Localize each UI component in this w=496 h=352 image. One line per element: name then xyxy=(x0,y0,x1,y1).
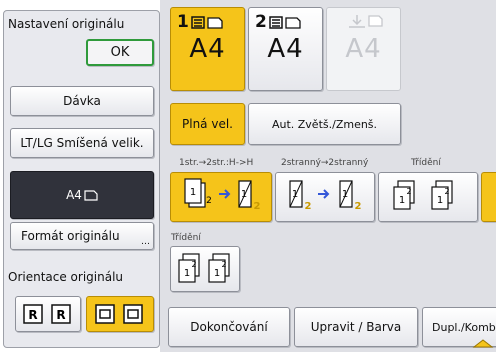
svg-text:2: 2 xyxy=(191,260,196,269)
sort-label-2: Třídění xyxy=(171,233,201,243)
sort-stack-icon: 1 2 1 2 xyxy=(178,253,230,283)
svg-text:1: 1 xyxy=(292,189,298,200)
one-to-two-sided-button[interactable]: 1 2 1 2 xyxy=(170,172,272,222)
one-to-two-sided-icon: 1 2 1 2 xyxy=(184,178,261,212)
rotated-orientation-icon xyxy=(95,304,143,324)
orientation-readable-button[interactable]: R R xyxy=(15,296,81,332)
two-to-two-sided-button[interactable]: 1 2 1 2 xyxy=(275,172,375,222)
tray-1-number: 1 xyxy=(177,12,189,32)
next-duplex-option-button[interactable] xyxy=(481,172,496,222)
svg-text:R: R xyxy=(28,308,37,322)
svg-text:2: 2 xyxy=(206,196,212,206)
orientation-rotated-button[interactable] xyxy=(86,296,154,332)
svg-text:2: 2 xyxy=(355,201,362,212)
original-settings-panel: Nastavení originálu OK Dávka LT/LG Smíše… xyxy=(3,10,160,348)
portrait-readable-orientation-icon: R R xyxy=(23,304,71,324)
svg-text:2: 2 xyxy=(305,201,312,212)
two-to-two-sided-label: 2stranný→2stranný xyxy=(281,158,369,168)
original-settings-title: Nastavení originálu xyxy=(8,17,125,31)
svg-text:2: 2 xyxy=(406,187,411,196)
batch-button[interactable]: Dávka xyxy=(10,86,154,116)
svg-text:1: 1 xyxy=(437,195,443,206)
landscape-page-icon xyxy=(84,189,98,201)
svg-text:1: 1 xyxy=(399,195,405,206)
svg-text:2: 2 xyxy=(221,260,226,269)
tray-2-number: 2 xyxy=(255,12,267,32)
duplex-combine-label: Dupl./Komb xyxy=(432,320,496,334)
tray-1-button[interactable]: 1 A4 xyxy=(170,7,245,91)
finishing-tab[interactable]: Dokončování xyxy=(168,307,290,347)
current-format-label: A4 xyxy=(66,188,82,202)
sort-button[interactable]: 1 2 1 2 xyxy=(378,172,478,222)
mixed-size-button[interactable]: LT/LG Smíšená velik. xyxy=(10,128,154,158)
paper-stack-icon xyxy=(191,16,223,29)
svg-text:1: 1 xyxy=(214,268,220,279)
svg-text:1: 1 xyxy=(342,189,348,200)
orientation-title: Orientace originálu xyxy=(8,270,124,284)
two-to-two-sided-icon: 1 2 1 2 xyxy=(289,180,362,212)
original-format-button[interactable]: Formát originálu … xyxy=(10,222,154,250)
edit-color-tab[interactable]: Upravit / Barva xyxy=(294,307,418,347)
tray-1-size: A4 xyxy=(189,34,226,64)
scroll-up-arrow-icon[interactable] xyxy=(472,338,494,348)
sort-button-2[interactable]: 1 2 1 2 xyxy=(170,246,240,292)
bypass-tray-size: A4 xyxy=(345,34,382,64)
svg-text:1: 1 xyxy=(184,268,190,279)
svg-text:2: 2 xyxy=(254,201,261,212)
full-size-button[interactable]: Plná vel. xyxy=(170,103,245,145)
bypass-tray-icon xyxy=(349,15,383,28)
bypass-tray-button[interactable]: A4 xyxy=(326,7,401,91)
svg-text:1: 1 xyxy=(190,187,196,198)
svg-text:2: 2 xyxy=(444,187,449,196)
more-dots-icon: … xyxy=(141,237,150,247)
original-format-label: Formát originálu xyxy=(21,229,120,243)
sort-label: Třídění xyxy=(411,158,441,168)
ok-button[interactable]: OK xyxy=(86,39,154,66)
tray-2-size: A4 xyxy=(267,34,304,64)
svg-text:R: R xyxy=(56,308,65,322)
paper-stack-icon xyxy=(269,16,301,29)
tray-2-button[interactable]: 2 A4 xyxy=(248,7,323,91)
current-format-button[interactable]: A4 xyxy=(10,171,154,219)
svg-text:1: 1 xyxy=(241,189,247,200)
sort-stack-icon: 1 2 1 2 xyxy=(393,180,453,210)
one-to-two-sided-label: 1str.→2str.:H->H xyxy=(179,158,254,168)
auto-reduce-enlarge-button[interactable]: Aut. Zvětš./Zmenš. xyxy=(248,103,401,145)
